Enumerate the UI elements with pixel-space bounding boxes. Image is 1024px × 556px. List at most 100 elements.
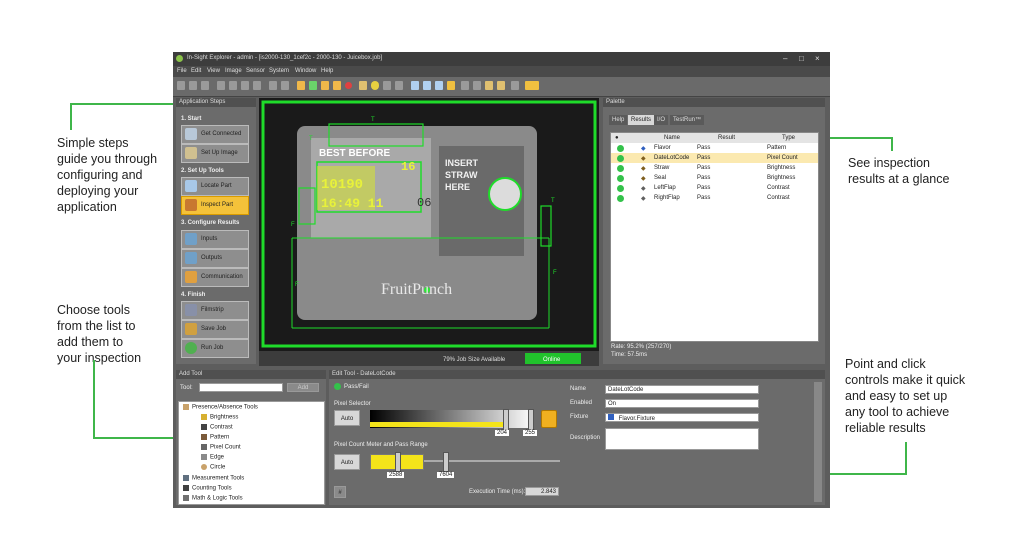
- inputs-button[interactable]: Inputs: [181, 230, 249, 249]
- toolbar-button-icon[interactable]: [525, 81, 539, 90]
- tree-item[interactable]: Pixel Count: [201, 444, 241, 451]
- tab-io[interactable]: I/O: [654, 115, 669, 125]
- pixel-count-auto-button[interactable]: Auto: [334, 454, 360, 470]
- title-bar: In-Sight Explorer - admin - [is2000-130_…: [173, 52, 830, 66]
- scrollbar[interactable]: [814, 382, 822, 502]
- camera-image-view[interactable]: BEST BEFORE 10190 16:49 11 16 06 INSERT …: [259, 98, 599, 366]
- toolbar-button-icon[interactable]: [177, 81, 185, 90]
- pixel-selector-handle[interactable]: [528, 409, 534, 431]
- toolbar-button-icon[interactable]: [473, 81, 481, 90]
- row-icon: ◆: [641, 196, 646, 202]
- toolbar-button-icon[interactable]: [383, 81, 391, 90]
- toolbar-button-icon[interactable]: [309, 81, 317, 90]
- description-input[interactable]: [605, 428, 759, 450]
- menu-sensor[interactable]: Sensor: [246, 68, 265, 74]
- filmstrip-button[interactable]: Filmstrip: [181, 301, 249, 320]
- save-job-button[interactable]: Save Job: [181, 320, 249, 339]
- menu-window[interactable]: Window: [295, 68, 316, 74]
- inspect-part-button[interactable]: Inspect Part: [181, 196, 249, 215]
- toolbar-button-icon[interactable]: [485, 81, 493, 90]
- locate-part-button[interactable]: Locate Part: [181, 177, 249, 196]
- button-label: Communication: [201, 274, 243, 280]
- tree-item[interactable]: Presence/Absence Tools: [183, 404, 258, 411]
- tree-item[interactable]: Edge: [201, 454, 224, 461]
- menu-image[interactable]: Image: [225, 68, 242, 74]
- toolbar-button-icon[interactable]: [229, 81, 237, 90]
- tree-item[interactable]: Pattern: [201, 434, 229, 441]
- communication-button[interactable]: Communication: [181, 268, 249, 287]
- toolbar-button-icon[interactable]: [241, 81, 249, 90]
- tab-help[interactable]: Help: [609, 115, 628, 125]
- pattern-icon: [201, 434, 207, 440]
- table-row[interactable]: ◆ Seal Pass Brightness: [611, 173, 818, 183]
- menu-view[interactable]: View: [207, 68, 220, 74]
- run-job-button[interactable]: Run Job: [181, 339, 249, 358]
- toolbar-button-icon[interactable]: [269, 81, 277, 90]
- tree-item[interactable]: Brightness: [201, 414, 238, 421]
- outputs-button[interactable]: Outputs: [181, 249, 249, 268]
- tree-item[interactable]: Circle: [201, 464, 225, 471]
- pixel-count-handle[interactable]: [395, 452, 401, 472]
- pixel-selector-auto-button[interactable]: Auto: [334, 410, 360, 426]
- pixel-high-value: 255: [523, 430, 538, 436]
- toolbar-button-icon[interactable]: [281, 81, 289, 90]
- menu-file[interactable]: File: [177, 68, 187, 74]
- toolbar-button-icon[interactable]: [321, 81, 329, 90]
- toolbar-button-icon[interactable]: [497, 81, 505, 90]
- maximize-button[interactable]: □: [799, 54, 804, 63]
- zoom-icon[interactable]: [411, 81, 419, 90]
- pixel-selector-handle[interactable]: [503, 409, 509, 431]
- menu-system[interactable]: System: [269, 68, 289, 74]
- name-input[interactable]: DateLotCode: [605, 385, 759, 394]
- get-connected-button[interactable]: Get Connected: [181, 125, 249, 144]
- toolbar-button-icon[interactable]: [297, 81, 305, 90]
- toolbar-button-icon[interactable]: [189, 81, 197, 90]
- pixel-count-handle[interactable]: [443, 452, 449, 472]
- callout-line: deploying your: [57, 184, 139, 198]
- row-type: Contrast: [767, 185, 790, 191]
- tool-search-input[interactable]: [199, 383, 283, 392]
- record-icon[interactable]: [345, 82, 352, 89]
- tab-testrun[interactable]: TestRun™: [670, 115, 705, 125]
- menu-help[interactable]: Help: [321, 68, 333, 74]
- lock-icon[interactable]: [541, 410, 557, 428]
- pass-indicator-icon: [617, 145, 624, 152]
- number-sign-button[interactable]: #: [334, 486, 346, 498]
- set-up-image-button[interactable]: Set Up Image: [181, 144, 249, 163]
- table-row[interactable]: ◆ Flavor Pass Pattern: [611, 143, 818, 153]
- table-row[interactable]: ◆ RightFlap Pass Contrast: [611, 193, 818, 203]
- zoom-icon[interactable]: [423, 81, 431, 90]
- pass-indicator-icon: [617, 195, 624, 202]
- tree-item[interactable]: Math & Logic Tools: [183, 495, 243, 502]
- tree-item[interactable]: Contrast: [201, 424, 233, 431]
- callout-line: from the list to: [57, 319, 136, 333]
- zoom-icon[interactable]: [447, 81, 455, 90]
- toolbar-button-icon[interactable]: [395, 81, 403, 90]
- menu-edit[interactable]: Edit: [191, 68, 201, 74]
- table-row[interactable]: ◆ Straw Pass Brightness: [611, 163, 818, 173]
- tree-label: Counting Tools: [192, 485, 232, 492]
- toolbar-button-icon[interactable]: [217, 81, 225, 90]
- toolbar-button-icon[interactable]: [253, 81, 261, 90]
- toolbar-button-icon[interactable]: [511, 81, 519, 90]
- table-row[interactable]: ◆ DateLotCode Pass Pixel Count: [611, 153, 818, 163]
- tab-results[interactable]: Results: [628, 115, 655, 125]
- toolbar-button-icon[interactable]: [359, 81, 367, 90]
- close-button[interactable]: ×: [815, 54, 820, 63]
- table-row[interactable]: ◆ LeftFlap Pass Contrast: [611, 183, 818, 193]
- toolbar-button-icon[interactable]: [371, 81, 379, 90]
- tree-item[interactable]: Counting Tools: [183, 485, 232, 492]
- tree-item[interactable]: Measurement Tools: [183, 475, 244, 482]
- button-label: Filmstrip: [201, 307, 224, 313]
- enabled-select[interactable]: On: [605, 399, 759, 408]
- zoom-icon[interactable]: [435, 81, 443, 90]
- toolbar-button-icon[interactable]: [201, 81, 209, 90]
- toolbar-button-icon[interactable]: [461, 81, 469, 90]
- toolbar-button-icon[interactable]: [333, 81, 341, 90]
- tree-label: Presence/Absence Tools: [192, 404, 258, 411]
- row-type: Contrast: [767, 195, 790, 201]
- fixture-select[interactable]: Flavor.Fixture: [605, 413, 759, 422]
- roi-marker: T: [371, 117, 375, 123]
- add-tool-button[interactable]: Add: [287, 383, 319, 392]
- minimize-button[interactable]: –: [783, 54, 787, 63]
